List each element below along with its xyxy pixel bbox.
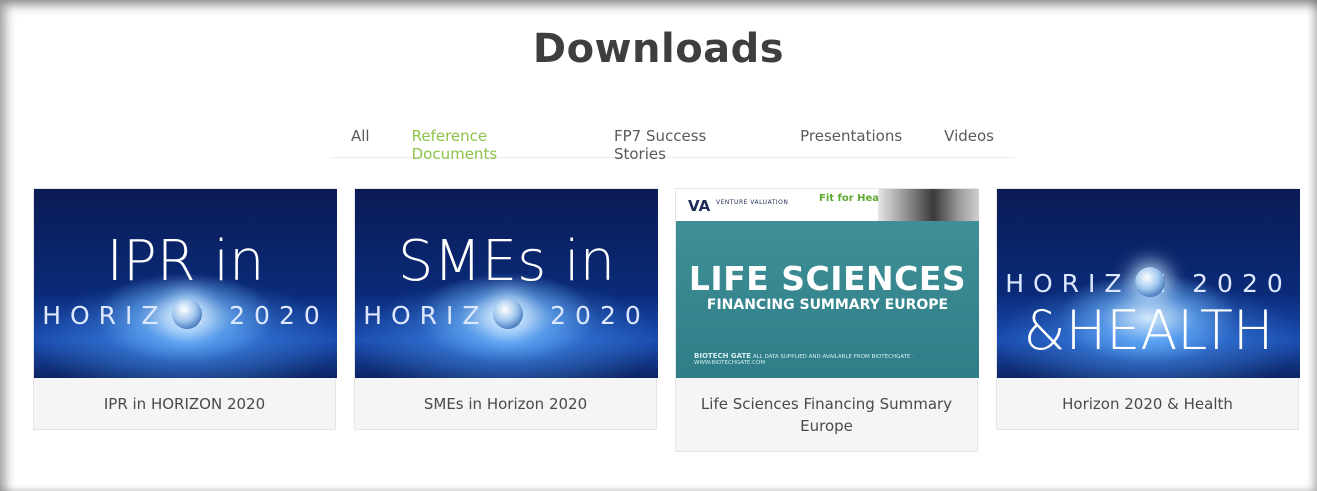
card-caption[interactable]: Horizon 2020 & Health bbox=[997, 378, 1298, 429]
card-thumbnail[interactable]: IPR in HORIZ N 2020 bbox=[34, 189, 337, 378]
card-thumbnail[interactable]: HORIZ N 2020 &HEALTH bbox=[997, 189, 1300, 378]
download-card-horizon-health[interactable]: HORIZ N 2020 &HEALTH Horizon 2020 & Heal… bbox=[996, 188, 1300, 430]
filter-presentations[interactable]: Presentations bbox=[779, 118, 923, 157]
card-thumbnail[interactable]: VA VENTURE VALUATION Fit for Health 2.0 … bbox=[676, 189, 979, 378]
thumb-header: VA VENTURE VALUATION Fit for Health 2.0 bbox=[676, 189, 979, 221]
card-caption[interactable]: IPR in HORIZON 2020 bbox=[34, 378, 335, 429]
face-image bbox=[878, 189, 979, 221]
venture-valuation-text: VENTURE VALUATION bbox=[716, 199, 789, 206]
download-card-ipr[interactable]: IPR in HORIZ N 2020 IPR in HORIZON 2020 bbox=[33, 188, 337, 430]
thumb-title: &HEALTH bbox=[1023, 299, 1274, 362]
download-card-smes[interactable]: SMEs in HORIZ N 2020 SMEs in Horizon 202… bbox=[354, 188, 658, 430]
thumb-title: LIFE SCIENCES bbox=[688, 259, 967, 298]
card-caption[interactable]: SMEs in Horizon 2020 bbox=[355, 378, 656, 429]
globe-icon bbox=[1135, 267, 1165, 297]
thumb-title: IPR in bbox=[106, 229, 265, 294]
globe-icon bbox=[172, 299, 202, 329]
filter-reference-documents[interactable]: Reference Documents bbox=[391, 118, 593, 163]
thumb-footer: BIOTECH GATE ALL DATA SUPPLIED AND AVAIL… bbox=[694, 352, 979, 366]
filter-tabs: All Reference Documents FP7 Success Stor… bbox=[330, 118, 1015, 163]
biotech-gate-logo: BIOTECH GATE bbox=[694, 352, 752, 360]
globe-icon bbox=[493, 299, 523, 329]
filter-videos[interactable]: Videos bbox=[923, 118, 1015, 157]
filter-all[interactable]: All bbox=[330, 118, 391, 157]
download-card-life-sciences[interactable]: VA VENTURE VALUATION Fit for Health 2.0 … bbox=[675, 188, 979, 452]
venture-valuation-logo: VA bbox=[688, 197, 711, 215]
thumb-title: SMEs in bbox=[397, 229, 616, 294]
card-thumbnail[interactable]: SMEs in HORIZ N 2020 bbox=[355, 189, 658, 378]
thumb-body: LIFE SCIENCES FINANCING SUMMARY EUROPE B… bbox=[676, 221, 979, 378]
thumb-subtitle: FINANCING SUMMARY EUROPE bbox=[706, 297, 949, 313]
page-title: Downloads bbox=[532, 26, 785, 72]
card-caption[interactable]: Life Sciences Financing Summary Europe bbox=[676, 378, 977, 451]
filter-fp7-success-stories[interactable]: FP7 Success Stories bbox=[593, 118, 779, 163]
